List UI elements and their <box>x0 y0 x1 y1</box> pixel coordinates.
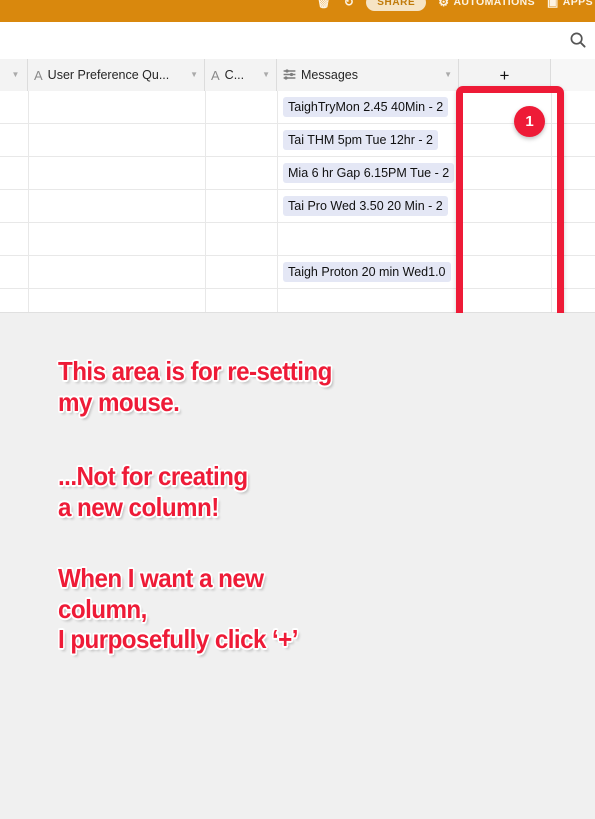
cell-divider <box>28 289 29 313</box>
cell-divider <box>205 256 206 288</box>
cell-divider <box>551 91 552 123</box>
chevron-down-icon[interactable]: ▼ <box>190 71 198 79</box>
cell-divider <box>277 124 278 156</box>
column-header-messages[interactable]: Messages ▼ <box>277 59 459 91</box>
grid-header-row: ▼ A User Preference Qu... ▼ A C... ▼ Mes… <box>0 59 595 92</box>
chevron-down-icon[interactable]: ▼ <box>444 71 452 79</box>
cell-divider <box>551 124 552 156</box>
trash-icon: 🗑 <box>316 0 332 9</box>
annotation-line: my mouse. <box>58 386 180 417</box>
cell-divider <box>459 190 460 222</box>
cell-divider <box>205 289 206 313</box>
column-header-user-preference[interactable]: A User Preference Qu... ▼ <box>28 59 205 91</box>
message-cell-value[interactable]: Taigh Proton 20 min Wed1.0 <box>283 262 451 282</box>
grid-header-filler <box>551 59 595 91</box>
table-row[interactable]: Tai Pro Wed 3.50 20 Min - 2 <box>0 190 595 223</box>
cell-divider <box>551 190 552 222</box>
message-cell-value[interactable]: Tai Pro Wed 3.50 20 Min - 2 <box>283 196 448 216</box>
cell-divider <box>205 124 206 156</box>
column-header-c[interactable]: A C... ▼ <box>205 59 277 91</box>
cell-divider <box>277 223 278 255</box>
cell-divider <box>551 289 552 313</box>
column-header-label: C... <box>224 68 245 82</box>
cell-divider <box>28 157 29 189</box>
annotation-layer: This area is for re-setting my mouse. ...… <box>0 313 595 819</box>
cell-divider <box>28 190 29 222</box>
text-field-icon: A <box>211 67 220 83</box>
table-row[interactable] <box>0 223 595 256</box>
cell-divider <box>459 256 460 288</box>
share-button[interactable]: SHARE <box>366 0 427 11</box>
cell-divider <box>277 256 278 288</box>
cell-divider <box>459 223 460 255</box>
text-field-icon: A <box>34 67 43 83</box>
table-row[interactable]: Taigh Proton 20 min Wed1.0 <box>0 256 595 289</box>
row-select-header[interactable]: ▼ <box>0 59 28 91</box>
cell-divider <box>277 91 278 123</box>
cell-divider <box>205 157 206 189</box>
cell-divider <box>277 190 278 222</box>
airtable-grid-screenshot: 🗑 ↻ SHARE ⚙ AUTOMATIONS ▣ APPS ▼ A User … <box>0 0 595 819</box>
annotation-line: a new column! <box>58 491 219 522</box>
cell-divider <box>277 289 278 313</box>
history-icon: ↻ <box>343 0 355 9</box>
app-top-bar: 🗑 ↻ SHARE ⚙ AUTOMATIONS ▣ APPS <box>0 0 595 22</box>
trash-button[interactable]: 🗑 <box>316 0 332 8</box>
column-header-label: User Preference Qu... <box>47 68 170 82</box>
cell-divider <box>205 91 206 123</box>
annotation-line: This area is for re-setting <box>58 356 332 386</box>
table-row[interactable] <box>0 289 595 313</box>
annotation-line: column, <box>58 593 147 624</box>
cell-divider <box>459 124 460 156</box>
message-cell-value[interactable]: Tai THM 5pm Tue 12hr - 2 <box>283 130 438 150</box>
plus-icon: + <box>499 65 510 85</box>
annotation-block: ...Not for creating a new column! <box>58 461 262 522</box>
column-header-label: Messages <box>301 68 358 82</box>
table-row[interactable]: TaighTryMon 2.45 40Min - 2 <box>0 91 595 124</box>
annotation-line: ...Not for creating <box>58 461 248 491</box>
history-button[interactable]: ↻ <box>344 0 354 8</box>
message-cell-value[interactable]: TaighTryMon 2.45 40Min - 2 <box>283 97 449 117</box>
table-row[interactable]: Tai THM 5pm Tue 12hr - 2 <box>0 124 595 157</box>
automations-label: AUTOMATIONS <box>453 0 536 8</box>
annotation-line: When I want a new <box>58 563 264 593</box>
cell-divider <box>551 157 552 189</box>
apps-button[interactable]: ▣ APPS <box>547 0 593 8</box>
search-icon[interactable] <box>569 31 587 49</box>
step-number-badge: 1 <box>514 106 545 137</box>
annotation-block: When I want a new column, I purposefully c… <box>58 563 316 655</box>
message-cell-value[interactable]: Mia 6 hr Gap 6.15PM Tue - 2 <box>283 163 455 183</box>
cell-divider <box>551 223 552 255</box>
annotation-block: This area is for re-setting my mouse. <box>58 356 352 417</box>
automations-button[interactable]: ⚙ AUTOMATIONS <box>438 0 535 8</box>
chevron-down-icon[interactable]: ▼ <box>262 71 270 79</box>
cell-divider <box>459 91 460 123</box>
cell-divider <box>459 157 460 189</box>
cell-divider <box>28 223 29 255</box>
cell-divider <box>205 223 206 255</box>
cell-divider <box>28 256 29 288</box>
record-grid: ▼ A User Preference Qu... ▼ A C... ▼ Mes… <box>0 59 595 313</box>
cell-divider <box>459 289 460 313</box>
table-row[interactable]: Mia 6 hr Gap 6.15PM Tue - 2 <box>0 157 595 190</box>
view-toolbar <box>0 22 595 59</box>
cell-divider <box>205 190 206 222</box>
cell-divider <box>28 91 29 123</box>
grid-rows: TaighTryMon 2.45 40Min - 2 Tai THM 5pm Tu… <box>0 91 595 313</box>
cell-divider <box>28 124 29 156</box>
apps-label: APPS <box>562 0 593 8</box>
cell-divider <box>551 256 552 288</box>
apps-icon: ▣ <box>547 0 559 9</box>
add-column-button[interactable]: + <box>459 59 551 91</box>
robot-icon: ⚙ <box>438 0 450 9</box>
annotation-line: I purposefully click ‘+’ <box>58 624 298 655</box>
cell-divider <box>277 157 278 189</box>
long-text-icon <box>283 68 296 82</box>
chevron-down-icon: ▼ <box>11 70 20 79</box>
